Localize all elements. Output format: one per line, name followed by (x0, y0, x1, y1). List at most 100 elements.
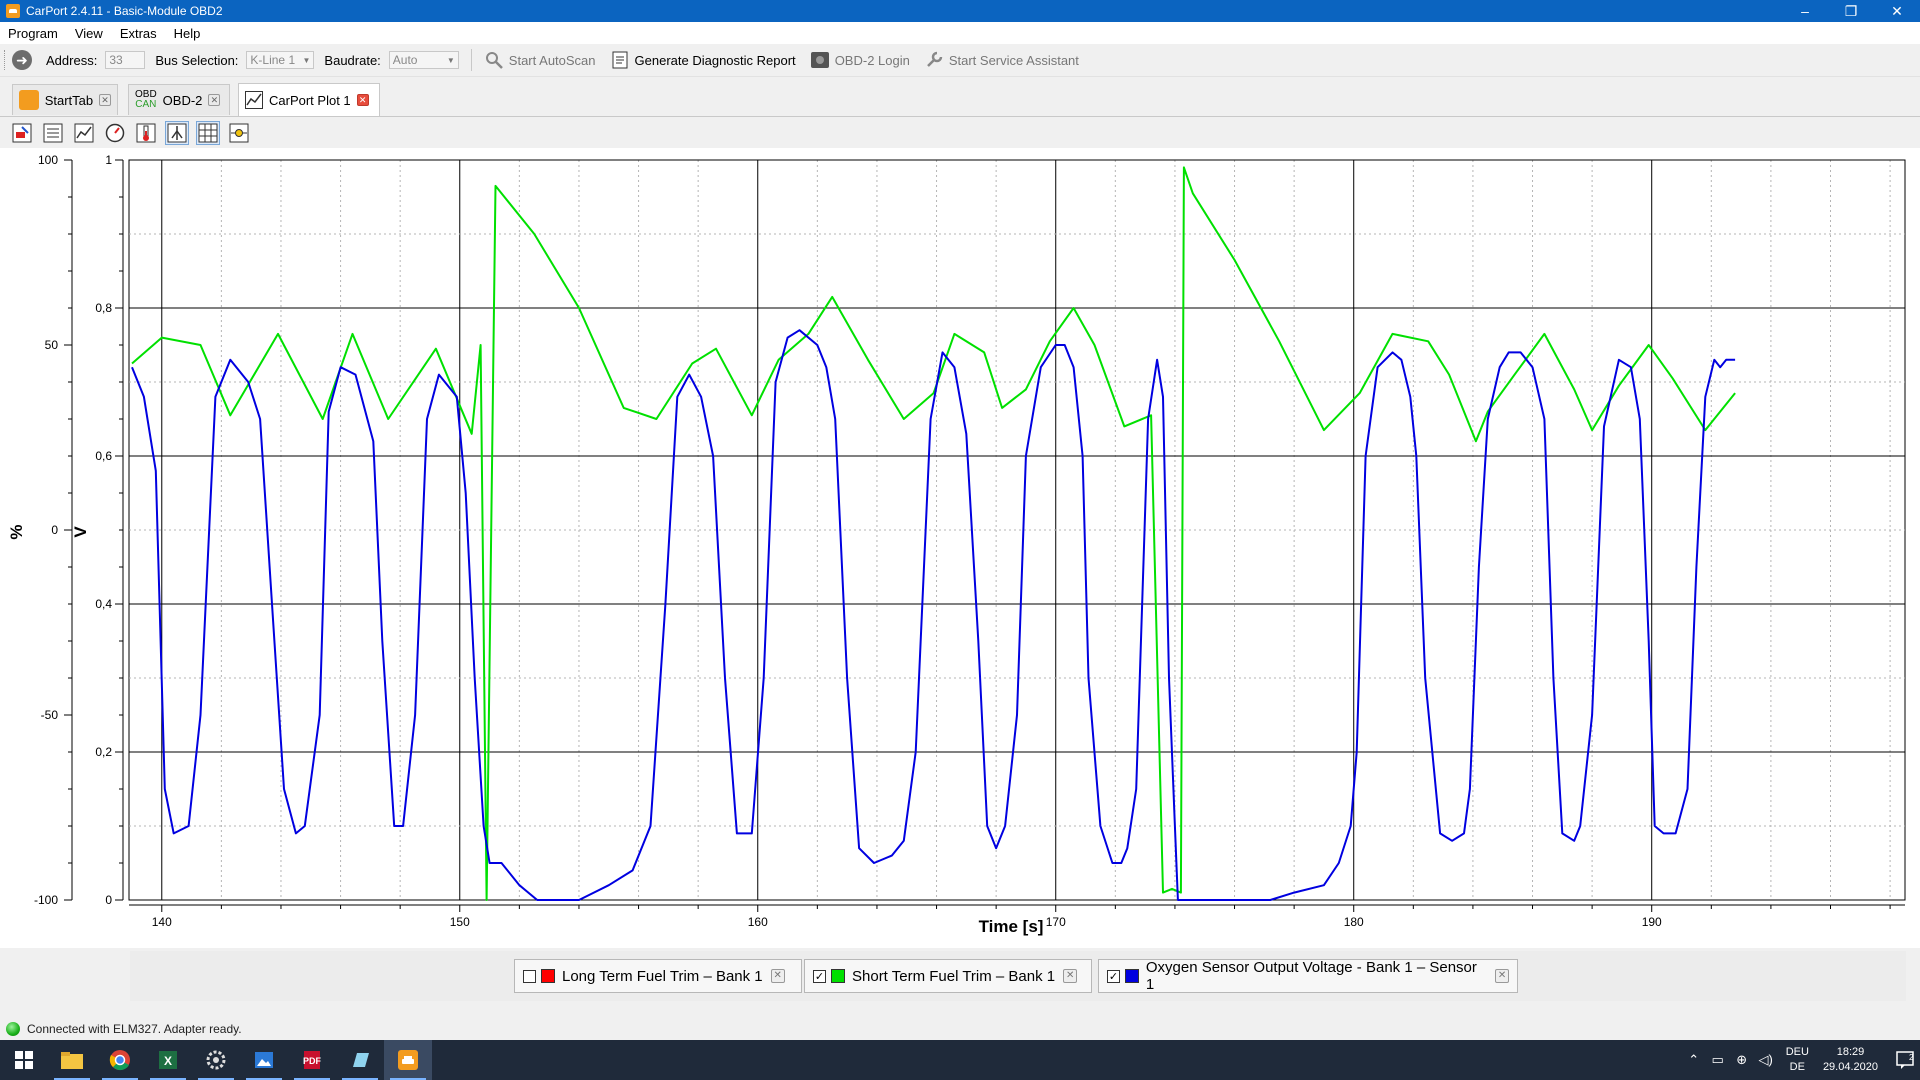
clock-time: 18:29 (1836, 1046, 1865, 1058)
clock-date: 29.04.2020 (1822, 1061, 1878, 1073)
close-window-button[interactable]: ✕ (1874, 0, 1920, 22)
system-tray: ⌃ ▭ ⊕ ◁) DEU DE 18:29 29.04.2020 2 (1682, 1040, 1920, 1080)
right-axis-tick-label: 0,4 (95, 597, 112, 611)
x-axis-tick-label: 140 (152, 915, 172, 929)
export-icon[interactable] (10, 121, 34, 145)
window-title: CarPort 2.4.11 - Basic-Module OBD2 (26, 4, 223, 18)
engine-icon (810, 50, 830, 70)
tab-obd2[interactable]: OBD CAN OBD-2 ✕ (128, 84, 230, 115)
photos-icon[interactable] (240, 1040, 288, 1080)
address-label: Address: (46, 52, 98, 68)
remove-series-icon[interactable]: ✕ (1495, 969, 1509, 983)
generate-report-button[interactable]: Generate Diagnostic Report (610, 50, 796, 70)
legend-checkbox[interactable] (523, 969, 536, 983)
right-axis-tick-label: 0,8 (95, 301, 112, 315)
legend-checkbox[interactable]: ✓ (813, 969, 826, 983)
windows-taskbar: X PDF ⌃ ▭ ⊕ ◁) DEU DE 18:29 29.04.2020 2 (0, 1040, 1920, 1080)
menu-program[interactable]: Program (0, 26, 67, 41)
left-axis-tick-label: 50 (45, 338, 59, 352)
chevron-down-icon: ▼ (446, 55, 455, 65)
svg-text:PDF: PDF (303, 1056, 322, 1066)
remove-series-icon[interactable]: ✕ (770, 969, 785, 983)
gauge-icon[interactable] (103, 121, 127, 145)
start-service-assistant-label: Start Service Assistant (948, 52, 1079, 68)
grid-icon[interactable] (196, 121, 220, 145)
menu-view[interactable]: View (67, 26, 112, 41)
toolbar-separator (470, 49, 472, 71)
explorer-icon[interactable] (48, 1040, 96, 1080)
marker-icon[interactable] (227, 121, 251, 145)
right-axis-tick-label: 0,2 (95, 745, 112, 759)
left-axis-label: % (7, 524, 26, 539)
toolbar-grip[interactable] (4, 50, 8, 70)
menu-help[interactable]: Help (166, 26, 210, 41)
list-icon[interactable] (41, 121, 65, 145)
status-text: Connected with ELM327. Adapter ready. (27, 1022, 242, 1036)
tab-close-icon[interactable]: ✕ (356, 94, 369, 106)
legend-label: Oxygen Sensor Output Voltage - Bank 1 – … (1145, 959, 1477, 993)
address-field[interactable]: 33 (105, 51, 146, 69)
legend-swatch (1124, 969, 1139, 983)
chart-icon[interactable] (72, 121, 96, 145)
chevron-up-icon[interactable]: ⌃ (1682, 1052, 1706, 1068)
legend-item-oxygen-sensor-voltage[interactable]: ✓ Oxygen Sensor Output Voltage - Bank 1 … (1098, 959, 1518, 993)
x-axis-label: Time [s] (979, 917, 1044, 936)
plot-area: 100 50 0 -50 -100 1 0,8 0,6 0,4 0,2 0 140 150 160 170 1… (0, 148, 1920, 948)
carport-icon[interactable] (384, 1040, 432, 1080)
start-service-assistant-button[interactable]: Start Service Assistant (924, 50, 1079, 70)
legend-bar: Long Term Fuel Trim – Bank 1 ✕ ✓ Short T… (130, 951, 1906, 1001)
menu-bar: Program View Extras Help (0, 22, 1920, 44)
line-chart[interactable]: 100 50 0 -50 -100 1 0,8 0,6 0,4 0,2 0 140 150 160 170 1… (0, 148, 1920, 948)
chevron-down-icon: ▼ (302, 55, 311, 65)
legend-item-short-term-fuel-trim[interactable]: ✓ Short Term Fuel Trim – Bank 1 ✕ (804, 959, 1092, 993)
right-axis-label: V (71, 526, 90, 538)
baudrate-dropdown[interactable]: Auto ▼ (388, 51, 459, 69)
clock[interactable]: 18:29 29.04.2020 (1823, 1045, 1878, 1075)
start-icon[interactable] (0, 1040, 48, 1080)
lang-bottom: DE (1789, 1061, 1805, 1073)
document-tabs: StartTab ✕ OBD CAN OBD-2 ✕ CarPort Plot … (0, 83, 1920, 117)
network-icon[interactable]: ⊕ (1730, 1052, 1754, 1068)
x-axis-tick-label: 160 (748, 915, 768, 929)
status-bar: Connected with ELM327. Adapter ready. (0, 1018, 1920, 1040)
settings-icon[interactable] (192, 1040, 240, 1080)
start-autoscan-button[interactable]: Start AutoScan (484, 50, 596, 70)
svg-text:X: X (164, 1054, 172, 1068)
bus-selection-label: Bus Selection: (155, 52, 239, 68)
battery-icon[interactable]: ▭ (1706, 1052, 1730, 1068)
tab-carport-plot-1-label: CarPort Plot 1 (269, 92, 351, 108)
title-bar: CarPort 2.4.11 - Basic-Module OBD2 – ❐ ✕ (0, 0, 1920, 22)
tab-close-icon[interactable]: ✕ (208, 94, 221, 106)
minimize-button[interactable]: – (1782, 0, 1828, 22)
wrench-icon (924, 50, 944, 70)
obd-can-icon: OBD CAN (135, 90, 157, 110)
input-language[interactable]: DEU DE (1786, 1045, 1809, 1075)
bus-selection-dropdown[interactable]: K-Line 1 ▼ (246, 51, 315, 69)
plot-toolbar (10, 120, 258, 146)
legend-label: Long Term Fuel Trim – Bank 1 (562, 967, 763, 985)
car-icon (19, 90, 39, 110)
obd2-login-button[interactable]: OBD-2 Login (810, 50, 910, 70)
baudrate-value: Auto (392, 53, 418, 67)
tab-starttab-label: StartTab (44, 92, 94, 108)
volume-icon[interactable]: ◁) (1754, 1052, 1778, 1068)
excel-icon[interactable]: X (144, 1040, 192, 1080)
legend-checkbox[interactable]: ✓ (1107, 969, 1120, 983)
plot-icon (245, 91, 263, 109)
menu-extras[interactable]: Extras (112, 26, 166, 41)
cursor-icon[interactable] (165, 121, 189, 145)
maximize-button[interactable]: ❐ (1828, 0, 1874, 22)
chrome-icon[interactable] (96, 1040, 144, 1080)
notification-icon[interactable]: 2 (1890, 1040, 1920, 1080)
left-axis-tick-label: -100 (34, 893, 58, 907)
remove-series-icon[interactable]: ✕ (1063, 969, 1078, 983)
tab-close-icon[interactable]: ✕ (99, 94, 111, 106)
legend-item-long-term-fuel-trim[interactable]: Long Term Fuel Trim – Bank 1 ✕ (514, 959, 802, 993)
thermometer-icon[interactable] (134, 121, 158, 145)
connect-arrow-button[interactable]: ➜ (12, 50, 32, 70)
tab-carport-plot-1[interactable]: CarPort Plot 1 ✕ (238, 83, 380, 116)
x-axis-tick-label: 170 (1046, 915, 1066, 929)
pdf-icon[interactable]: PDF (288, 1040, 336, 1080)
tab-starttab[interactable]: StartTab ✕ (12, 84, 118, 115)
notes-icon[interactable] (336, 1040, 384, 1080)
